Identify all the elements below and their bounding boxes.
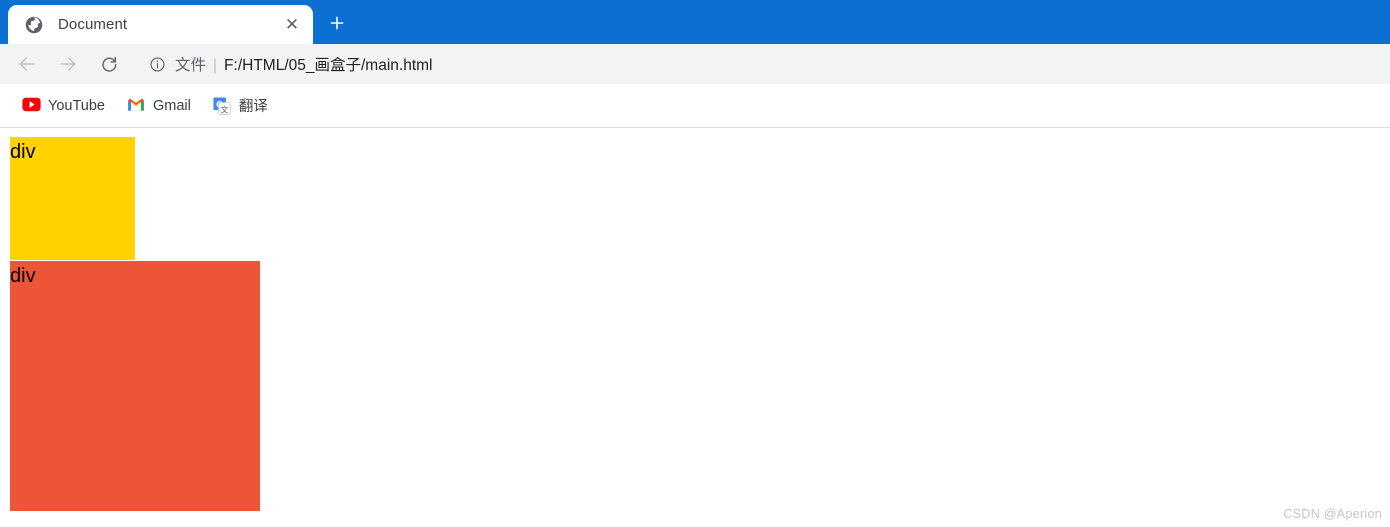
bookmark-translate[interactable]: G 文 翻译: [205, 92, 276, 120]
address-bar-text: 文件 | F:/HTML/05_画盒子/main.html: [175, 53, 432, 75]
bookmark-label: YouTube: [48, 97, 105, 114]
close-icon[interactable]: ✕: [279, 12, 305, 38]
watermark: CSDN @Aperion: [1283, 507, 1382, 521]
box-label: div: [10, 141, 36, 163]
reload-icon: [102, 56, 117, 72]
plus-icon: [330, 16, 344, 30]
page-viewport: div div CSDN @Aperion: [0, 128, 1390, 527]
forward-button[interactable]: [53, 49, 83, 79]
back-button[interactable]: [12, 49, 42, 79]
youtube-icon: [22, 97, 41, 114]
bookmark-label: 翻译: [238, 99, 268, 115]
bookmark-youtube[interactable]: YouTube: [14, 92, 113, 120]
gmail-icon: [127, 97, 144, 114]
globe-icon: [24, 15, 44, 35]
arrow-right-icon: [60, 57, 76, 71]
browser-window: Document ✕ 文件 | F:/HTML/05_画盒子/main.html…: [0, 0, 1390, 527]
url-path: F:/HTML/05_画盒子/main.html: [224, 57, 433, 74]
box-label: div: [10, 265, 36, 287]
tab-document[interactable]: Document ✕: [8, 5, 313, 44]
svg-text:文: 文: [221, 104, 229, 114]
tab-title: Document: [58, 16, 128, 33]
url-scheme-label: 文件: [175, 57, 207, 74]
url-separator: |: [213, 57, 218, 74]
bookmark-gmail[interactable]: Gmail: [119, 92, 199, 120]
info-circle-icon[interactable]: [149, 56, 166, 73]
address-bar[interactable]: 文件 | F:/HTML/05_画盒子/main.html: [139, 50, 1380, 78]
orange-div-box: div: [10, 261, 260, 511]
tab-strip: Document ✕: [0, 0, 1390, 44]
yellow-div-box: div: [10, 137, 135, 260]
bookmarks-bar: YouTube Gmail G: [0, 84, 1390, 128]
reload-button[interactable]: [94, 49, 124, 79]
arrow-left-icon: [19, 57, 35, 71]
bookmark-label: Gmail: [152, 97, 191, 114]
google-translate-icon: G 文: [213, 97, 231, 115]
browser-toolbar: 文件 | F:/HTML/05_画盒子/main.html: [0, 44, 1390, 84]
new-tab-button[interactable]: [322, 8, 352, 38]
